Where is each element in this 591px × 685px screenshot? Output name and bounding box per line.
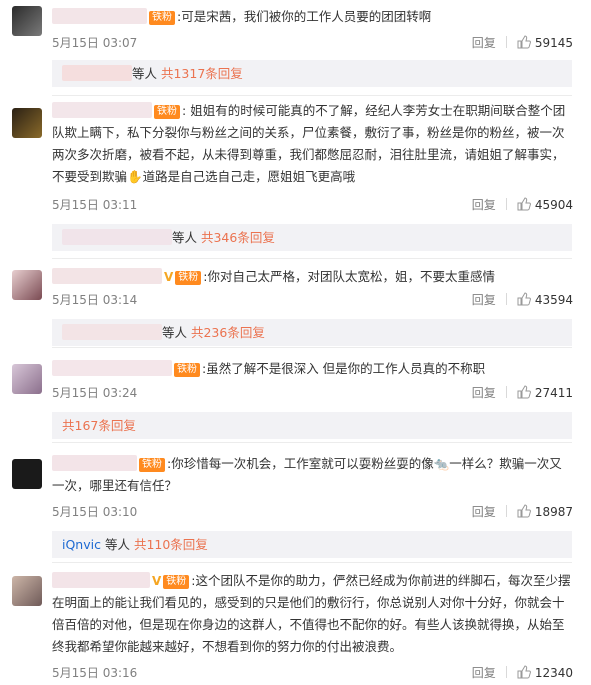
like-button[interactable]: 27411 — [517, 385, 573, 400]
username[interactable] — [52, 8, 147, 24]
reply-button[interactable]: 回复 — [472, 198, 496, 212]
username[interactable] — [52, 455, 137, 471]
comment-text: :你对自己太严格，对团队太宽松，姐，不要太重感情 — [203, 269, 496, 284]
reply-button[interactable]: 回复 — [472, 666, 496, 680]
v-badge-icon: V — [152, 574, 162, 588]
reply-button[interactable]: 回复 — [472, 386, 496, 400]
fan-badge: 铁粉 — [163, 575, 190, 589]
like-count: 12340 — [534, 666, 573, 680]
avatar[interactable] — [12, 270, 42, 300]
like-button[interactable]: 12340 — [517, 665, 573, 680]
comment-time: 5月15日 03:10 — [52, 505, 138, 519]
reply-summary[interactable]: 等人 共346条回复 — [52, 224, 572, 251]
divider — [52, 258, 572, 259]
more-replies-link[interactable]: 共346条回复 — [201, 230, 275, 245]
comment-1: 铁粉:可是宋茜，我们被你的工作人员要的团团转啊 5月15日 03:07 回复 59… — [0, 0, 591, 93]
comment-time: 5月15日 03:14 — [52, 293, 138, 307]
like-button[interactable]: 59145 — [517, 35, 573, 50]
divider — [505, 386, 507, 398]
reply-summary[interactable]: 等人 共1317条回复 — [52, 60, 572, 87]
fan-badge: 铁粉 — [174, 363, 200, 377]
like-count: 59145 — [534, 36, 573, 50]
reply-username — [62, 65, 132, 81]
thumbs-up-icon — [517, 385, 531, 399]
more-replies-link[interactable]: 共167条回复 — [62, 418, 136, 433]
divider — [52, 347, 572, 348]
comment-text: :可是宋茜，我们被你的工作人员要的团团转啊 — [177, 9, 432, 24]
comment-3: V 铁粉:你对自己太严格，对团队太宽松，姐，不要太重感情 5月15日 03:14 … — [0, 264, 591, 346]
comment-2: 铁粉: 姐姐有的时候可能真的不了解，经纪人李芳女士在职期间联合整个团队欺上瞒下，… — [0, 100, 591, 251]
comment-time: 5月15日 03:24 — [52, 386, 138, 400]
divider — [505, 198, 507, 210]
username[interactable] — [52, 572, 150, 588]
fan-badge: 铁粉 — [154, 105, 180, 119]
like-button[interactable]: 18987 — [517, 504, 573, 519]
like-button[interactable]: 45904 — [517, 197, 573, 212]
comment-time: 5月15日 03:07 — [52, 36, 138, 50]
avatar[interactable] — [12, 6, 42, 36]
divider — [52, 562, 572, 563]
thumbs-up-icon — [517, 504, 531, 518]
avatar[interactable] — [12, 364, 42, 394]
more-replies-link[interactable]: 共1317条回复 — [161, 66, 243, 81]
comment-time: 5月15日 03:16 — [52, 666, 138, 680]
divider — [52, 442, 572, 443]
reply-summary[interactable]: 等人 共236条回复 — [52, 319, 572, 346]
reply-username[interactable]: iQnvic — [62, 537, 101, 552]
thumbs-up-icon — [517, 292, 531, 306]
fan-badge: 铁粉 — [139, 458, 165, 472]
more-replies-link[interactable]: 共236条回复 — [191, 325, 265, 340]
reply-username — [62, 229, 172, 245]
comment-time: 5月15日 03:11 — [52, 198, 138, 212]
like-count: 18987 — [534, 505, 573, 519]
fan-badge: 铁粉 — [175, 271, 202, 285]
avatar[interactable] — [12, 576, 42, 606]
comment-4: 铁粉:虽然了解不是很深入 但是你的工作人员真的不称职 5月15日 03:24 回… — [0, 356, 591, 439]
divider — [505, 505, 507, 517]
avatar[interactable] — [12, 459, 42, 489]
thumbs-up-icon — [517, 35, 531, 49]
avatar[interactable] — [12, 108, 42, 138]
comment-5: 铁粉:你珍惜每一次机会，工作室就可以耍粉丝耍的像🐀一样么？欺骗一次又一次，哪里还… — [0, 453, 591, 558]
comment-text: :虽然了解不是很深入 但是你的工作人员真的不称职 — [202, 361, 486, 376]
divider — [505, 36, 507, 48]
like-count: 27411 — [534, 386, 573, 400]
more-replies-link[interactable]: 共110条回复 — [134, 537, 208, 552]
username[interactable] — [52, 268, 162, 284]
comment-6: V 铁粉:这个团队不是你的助力，俨然已经成为你前进的绊脚石，每次至少摆在明面上的能… — [0, 570, 591, 685]
reply-button[interactable]: 回复 — [472, 505, 496, 519]
reply-summary[interactable]: iQnvic 等人 共110条回复 — [52, 531, 572, 558]
username[interactable] — [52, 102, 152, 118]
thumbs-up-icon — [517, 197, 531, 211]
reply-username — [62, 324, 162, 340]
like-button[interactable]: 43594 — [517, 292, 573, 307]
thumbs-up-icon — [517, 665, 531, 679]
reply-button[interactable]: 回复 — [472, 36, 496, 50]
like-count: 45904 — [534, 198, 573, 212]
divider — [505, 666, 507, 678]
username[interactable] — [52, 360, 172, 376]
reply-button[interactable]: 回复 — [472, 293, 496, 307]
fan-badge: 铁粉 — [149, 11, 175, 25]
like-count: 43594 — [534, 293, 573, 307]
divider — [505, 293, 507, 305]
reply-summary[interactable]: 共167条回复 — [52, 412, 572, 439]
v-badge-icon: V — [164, 270, 174, 284]
divider — [52, 95, 572, 96]
